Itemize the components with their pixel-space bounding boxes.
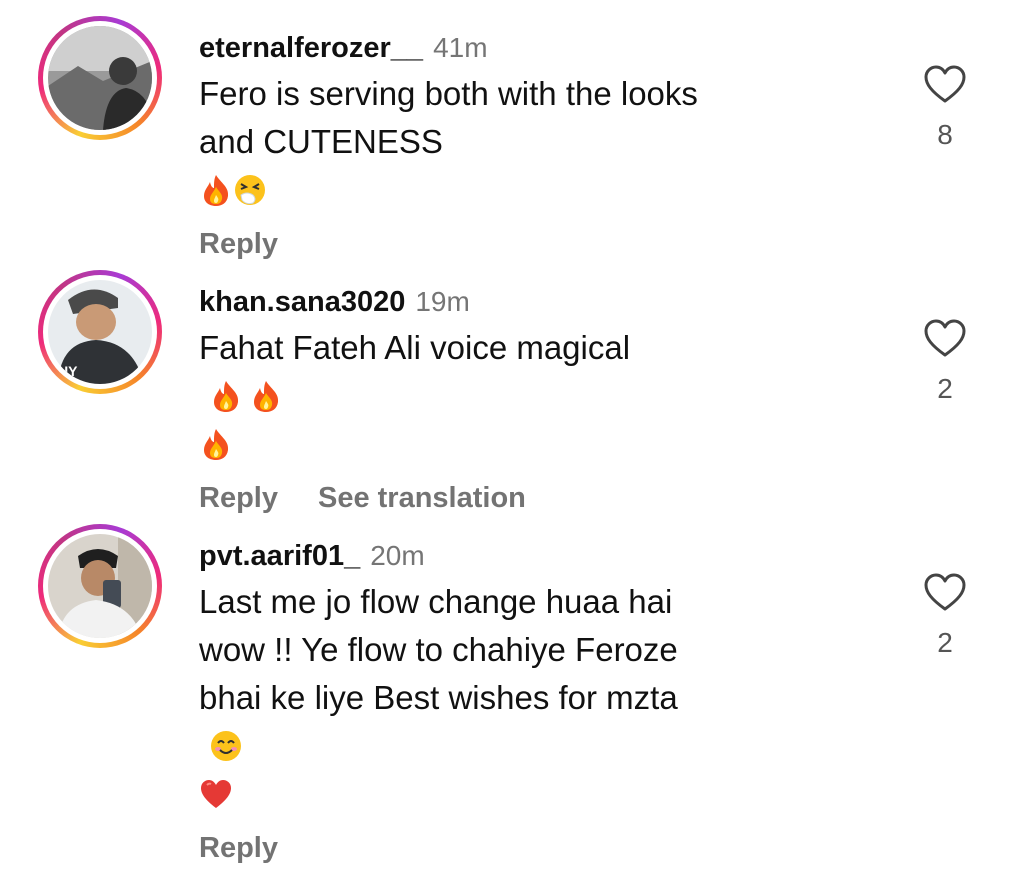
like-count: 2 [937, 627, 953, 658]
red-heart-emoji [201, 780, 231, 808]
timestamp: 19m [415, 286, 470, 317]
avatar[interactable]: UY [48, 280, 152, 384]
fire-emoji [254, 381, 279, 412]
comment-item: eternalferozer__ 41m Fero is serving both… [0, 16, 1024, 260]
comment-meta: eternalferozer__ 41m [199, 28, 839, 68]
like-count: 8 [937, 119, 953, 150]
comment-item: pvt.aarif01_ 20m Last me jo flow change h… [0, 524, 1024, 864]
like-count: 2 [937, 373, 953, 404]
comment-text: Fero is serving both with the looks and … [199, 70, 839, 214]
timestamp: 41m [433, 32, 488, 63]
comment-meta: pvt.aarif01_ 20m [199, 536, 839, 576]
fire-emoji [214, 381, 239, 412]
avatar-image [48, 534, 152, 638]
see-translation-button[interactable]: See translation [318, 482, 526, 514]
avatar-image: UY [48, 280, 152, 384]
avatar-image [48, 26, 152, 130]
heart-icon[interactable] [923, 318, 967, 358]
comment-actions: Reply See translation [199, 476, 839, 520]
smiling-face-emoji [211, 731, 241, 761]
fire-emoji [204, 429, 229, 460]
comment-text: Last me jo flow change huaa hai wow !! Y… [199, 578, 839, 818]
fire-emoji [204, 175, 229, 206]
avatar-story-ring[interactable]: UY [38, 270, 162, 394]
comment-meta: khan.sana3020 19m [199, 282, 839, 322]
username[interactable]: eternalferozer__ [199, 32, 423, 64]
reply-button[interactable]: Reply [199, 228, 278, 260]
timestamp: 20m [370, 540, 425, 571]
heart-icon[interactable] [923, 64, 967, 104]
comment-text-content: Last me jo flow change huaa hai wow !! Y… [199, 583, 678, 716]
comment-text: Fahat Fateh Ali voice magical [199, 324, 839, 468]
comment-item: UY khan.sana3020 19m Fahat Fateh Ali voic… [0, 270, 1024, 514]
reply-button[interactable]: Reply [199, 482, 278, 514]
avatar[interactable] [48, 26, 152, 130]
comment-actions: Reply [199, 222, 839, 266]
heart-icon[interactable] [923, 572, 967, 612]
comment-actions: Reply [199, 826, 839, 870]
comment-text-content: Fahat Fateh Ali voice magical [199, 329, 631, 366]
avatar[interactable] [48, 534, 152, 638]
like-column: 2 [916, 572, 974, 658]
sneezing-face-emoji [235, 175, 265, 205]
like-column: 8 [916, 64, 974, 150]
username[interactable]: khan.sana3020 [199, 286, 405, 318]
reply-button[interactable]: Reply [199, 832, 278, 864]
username[interactable]: pvt.aarif01_ [199, 540, 360, 572]
comment-text-content: Fero is serving both with the looks and … [199, 75, 698, 160]
avatar-story-ring[interactable] [38, 16, 162, 140]
avatar-story-ring[interactable] [38, 524, 162, 648]
like-column: 2 [916, 318, 974, 404]
